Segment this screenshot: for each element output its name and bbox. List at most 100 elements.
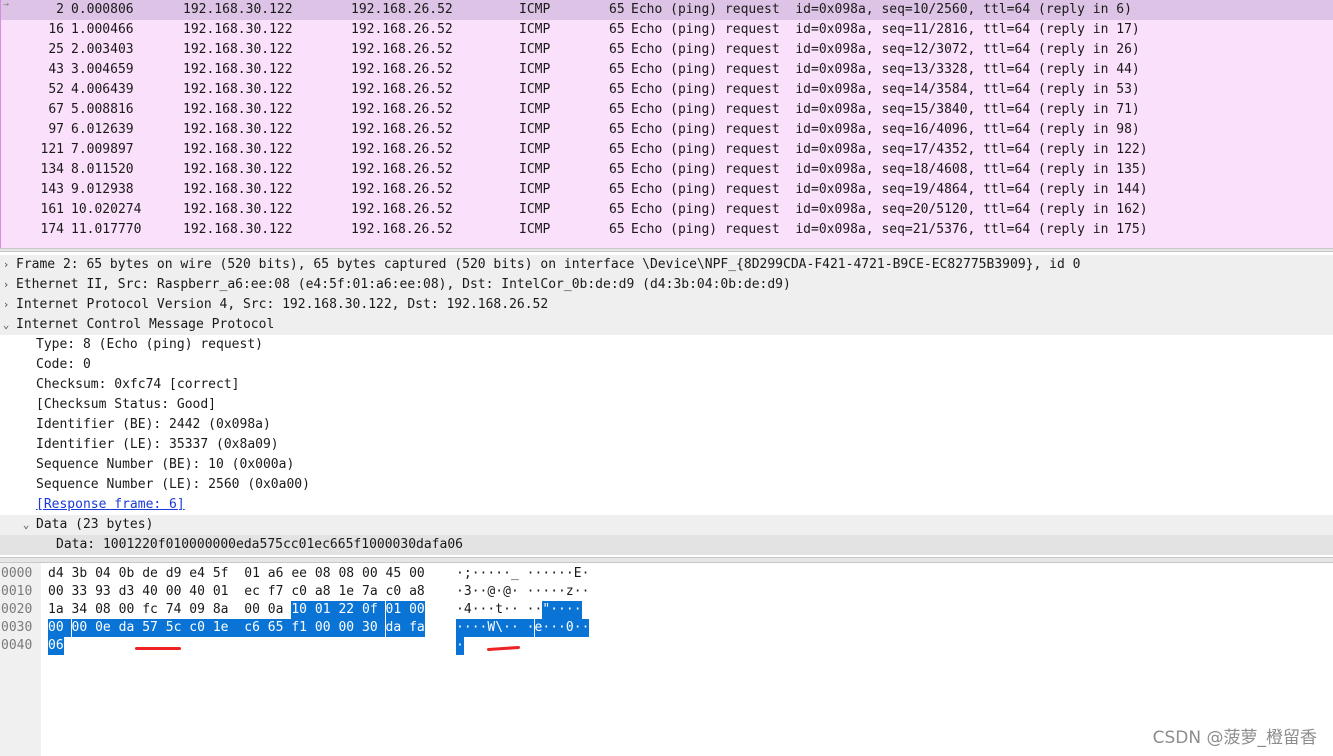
- packet-row[interactable]: 43 3.004659 192.168.30.122 192.168.26.52 ICM…: [0, 60, 1333, 80]
- packet-row[interactable]: 134 8.011520 192.168.30.122 192.168.26.52 IC…: [0, 160, 1333, 180]
- hex-byte[interactable]: 0f: [362, 601, 386, 619]
- detail-row[interactable]: [Response frame: 6]: [0, 495, 1333, 515]
- hex-byte[interactable]: e4: [189, 565, 205, 583]
- detail-row[interactable]: Type: 8 (Echo (ping) request): [0, 335, 1333, 355]
- ascii-char[interactable]: ·: [456, 583, 464, 601]
- hex-byte[interactable]: c0: [189, 619, 213, 637]
- ascii-char[interactable]: ·: [526, 619, 535, 637]
- ascii-char[interactable]: ;: [464, 565, 472, 583]
- ascii-char[interactable]: 0: [565, 619, 574, 637]
- ascii-char[interactable]: [519, 565, 527, 583]
- hex-byte[interactable]: 00: [362, 565, 378, 583]
- ascii-char[interactable]: ·: [456, 601, 464, 619]
- hex-byte[interactable]: 01: [385, 601, 410, 619]
- detail-row[interactable]: ⌄ Data (23 bytes): [0, 515, 1333, 535]
- hex-byte[interactable]: 0a: [268, 601, 284, 619]
- hex-byte[interactable]: 65: [267, 619, 292, 637]
- hex-byte[interactable]: 30: [362, 619, 386, 637]
- chevron-down-icon[interactable]: ⌄: [0, 315, 13, 335]
- ascii-char[interactable]: ·: [542, 583, 550, 601]
- ascii-char[interactable]: ·: [503, 565, 511, 583]
- hex-byte[interactable]: ec: [244, 583, 260, 601]
- ascii-char[interactable]: ·: [479, 619, 488, 637]
- ascii-char[interactable]: ·: [573, 601, 582, 619]
- packet-row[interactable]: 121 7.009897 192.168.30.122 192.168.26.52 IC…: [0, 140, 1333, 160]
- ascii-char[interactable]: \: [495, 619, 504, 637]
- hex-byte[interactable]: 00: [71, 619, 96, 637]
- ascii-char[interactable]: ·: [573, 619, 582, 637]
- hex-byte[interactable]: da: [118, 619, 143, 637]
- packet-row[interactable]: 16 1.000466 192.168.30.122 192.168.26.52 ICM…: [0, 20, 1333, 40]
- chevron-right-icon[interactable]: ›: [0, 255, 13, 275]
- hex-byte[interactable]: fa: [409, 619, 425, 637]
- ascii-char[interactable]: ": [542, 601, 551, 619]
- detail-row[interactable]: Identifier (LE): 35337 (0x8a09): [0, 435, 1333, 455]
- hex-byte[interactable]: 00: [48, 583, 64, 601]
- detail-row[interactable]: Identifier (BE): 2442 (0x098a): [0, 415, 1333, 435]
- ascii-char[interactable]: ·: [535, 565, 543, 583]
- hex-byte[interactable]: 00: [409, 601, 425, 619]
- hex-byte[interactable]: 40: [142, 583, 158, 601]
- detail-row[interactable]: Checksum: 0xfc74 [correct]: [0, 375, 1333, 395]
- hex-byte[interactable]: 08: [315, 565, 331, 583]
- packet-bytes-pane[interactable]: 0000 d4 3b 04 0b de d9 e4 5f 01 a6 ee 08 08 00 45 00 ·; · ·…: [0, 563, 1333, 756]
- detail-row[interactable]: ⌄ Internet Control Message Protocol: [0, 315, 1333, 335]
- chevron-right-icon[interactable]: ›: [0, 275, 13, 295]
- ascii-char[interactable]: t: [495, 601, 503, 619]
- hex-byte[interactable]: 45: [386, 565, 402, 583]
- packet-row[interactable]: 174 11.017770 192.168.30.122 192.168.26.52 I…: [0, 220, 1333, 240]
- ascii-char[interactable]: ·: [558, 583, 566, 601]
- hex-byte[interactable]: 7a: [362, 583, 378, 601]
- ascii-char[interactable]: ·: [495, 583, 503, 601]
- response-frame-link[interactable]: [Response frame: 6]: [36, 495, 185, 515]
- ascii-char[interactable]: ·: [582, 565, 590, 583]
- hex-byte[interactable]: a6: [268, 565, 284, 583]
- ascii-char[interactable]: ·: [480, 601, 488, 619]
- ascii-char[interactable]: ·: [480, 565, 488, 583]
- hex-byte[interactable]: 74: [166, 601, 182, 619]
- ascii-char[interactable]: ·: [558, 565, 566, 583]
- ascii-char[interactable]: ·: [581, 619, 590, 637]
- ascii-char[interactable]: W: [487, 619, 496, 637]
- packet-row[interactable]: 67 5.008816 192.168.30.122 192.168.26.52 ICM…: [0, 100, 1333, 120]
- ascii-char[interactable]: ·: [550, 601, 559, 619]
- ascii-char[interactable]: ·: [542, 619, 551, 637]
- hex-byte[interactable]: 00: [314, 619, 339, 637]
- hex-byte[interactable]: 06: [48, 637, 64, 655]
- hex-byte[interactable]: 00: [409, 565, 425, 583]
- ascii-char[interactable]: ·: [574, 583, 582, 601]
- ascii-char[interactable]: ·: [542, 565, 550, 583]
- ascii-char[interactable]: ·: [558, 619, 566, 637]
- packet-row[interactable]: 97 6.012639 192.168.30.122 192.168.26.52 ICM…: [0, 120, 1333, 140]
- hex-byte[interactable]: c6: [244, 619, 268, 637]
- ascii-char[interactable]: ·: [472, 601, 480, 619]
- ascii-char[interactable]: ·: [480, 583, 488, 601]
- ascii-char[interactable]: E: [574, 565, 582, 583]
- ascii-char[interactable]: [518, 619, 527, 637]
- packet-row[interactable]: 161 10.020274 192.168.30.122 192.168.26.52 I…: [0, 200, 1333, 220]
- ascii-char[interactable]: ·: [527, 583, 535, 601]
- ascii-char[interactable]: @: [503, 583, 511, 601]
- ascii-char[interactable]: ·: [471, 619, 480, 637]
- hex-byte[interactable]: 3b: [72, 565, 88, 583]
- pane-splitter-top[interactable]: [0, 248, 1333, 252]
- detail-row[interactable]: › Internet Protocol Version 4, Src: 192.1…: [0, 295, 1333, 315]
- hex-byte[interactable]: c0: [386, 583, 402, 601]
- detail-row[interactable]: Code: 0: [0, 355, 1333, 375]
- ascii-char[interactable]: ·: [511, 583, 519, 601]
- ascii-char[interactable]: _: [511, 565, 519, 583]
- hex-byte[interactable]: 1e: [212, 619, 245, 637]
- ascii-char[interactable]: ·: [487, 565, 495, 583]
- chevron-down-icon[interactable]: ⌄: [19, 515, 33, 535]
- hex-byte[interactable]: 00: [244, 601, 260, 619]
- hex-byte[interactable]: f1: [291, 619, 315, 637]
- ascii-char[interactable]: ·: [535, 601, 543, 619]
- hex-byte[interactable]: d9: [166, 565, 182, 583]
- hex-byte[interactable]: 22: [338, 601, 362, 619]
- packet-row-clipped[interactable]: [0, 240, 1333, 248]
- ascii-char[interactable]: ·: [550, 565, 558, 583]
- hex-byte[interactable]: 33: [72, 583, 88, 601]
- packet-row[interactable]: 52 4.006439 192.168.30.122 192.168.26.52 ICM…: [0, 80, 1333, 100]
- hex-byte[interactable]: d3: [119, 583, 135, 601]
- hex-byte[interactable]: 00: [48, 619, 72, 637]
